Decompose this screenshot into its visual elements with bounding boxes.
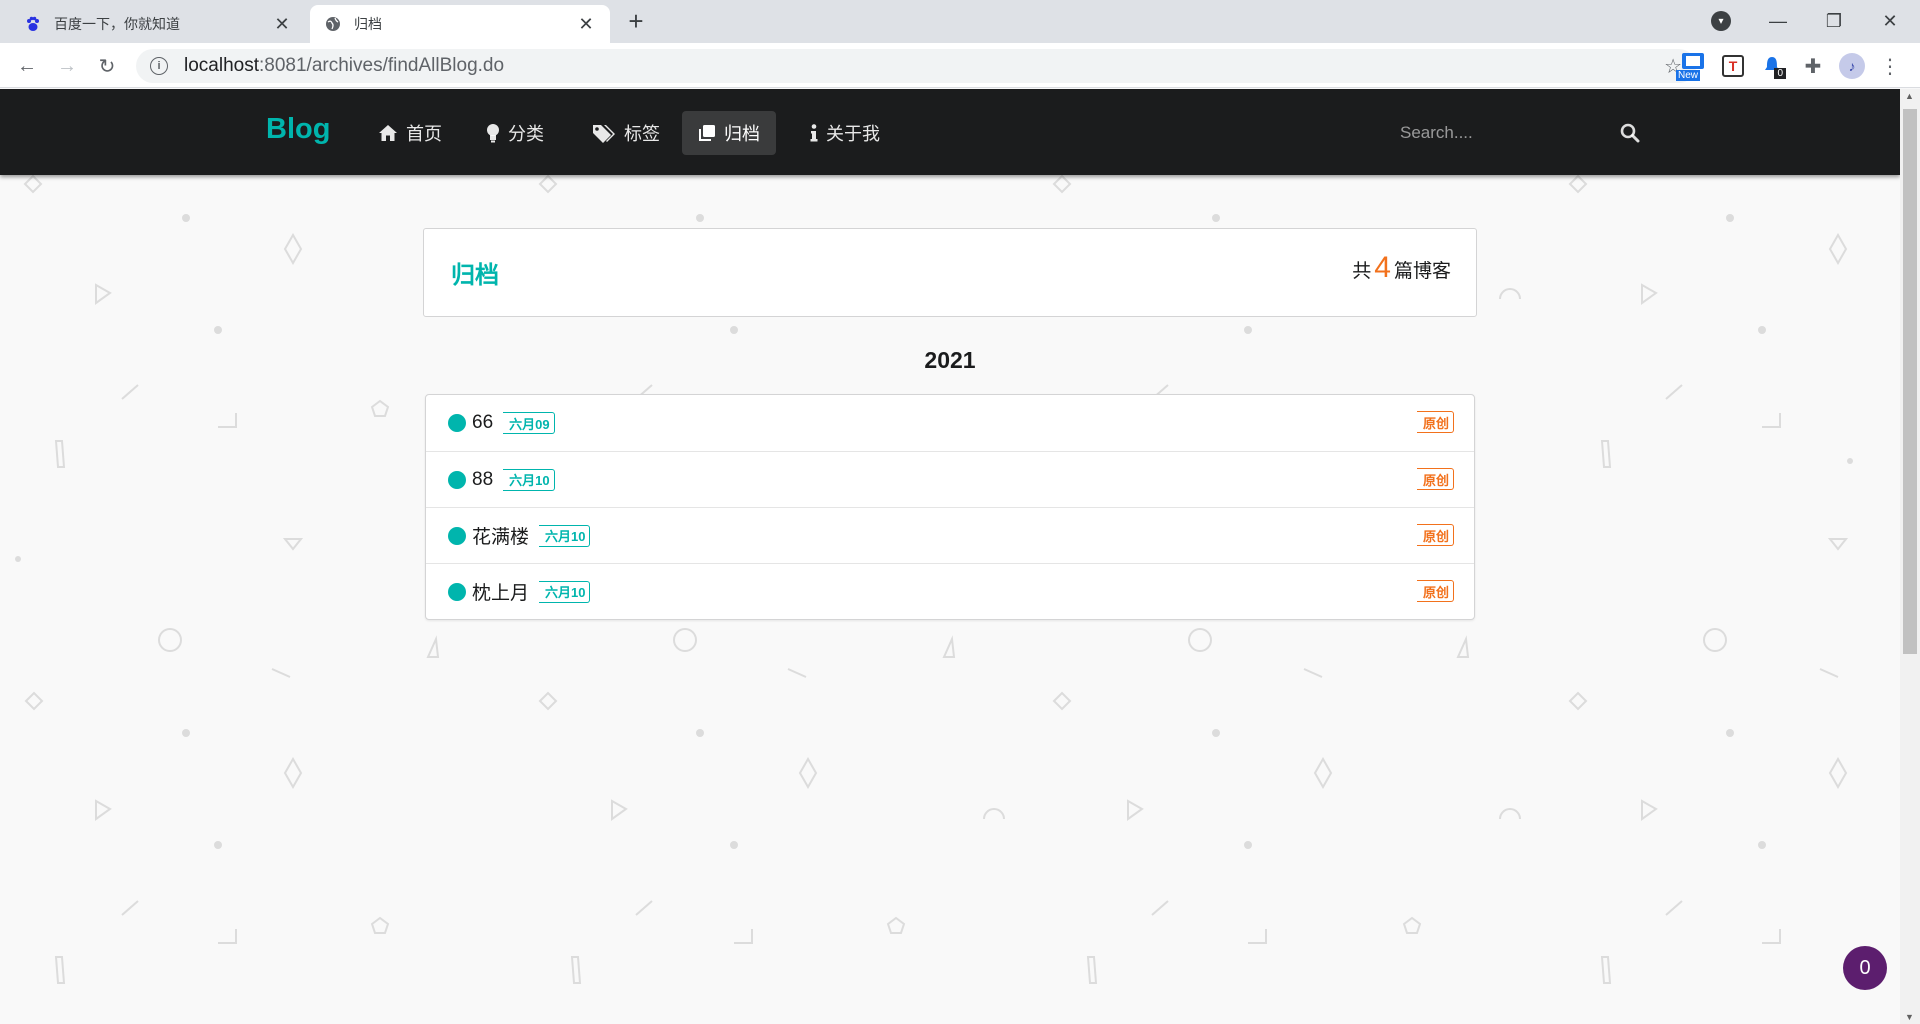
post-title-link[interactable]: 88 (472, 469, 493, 491)
site-info-icon[interactable]: i (150, 57, 168, 75)
browser-tab-baidu[interactable]: 百度一下，你就知道 ✕ (10, 5, 306, 43)
home-icon (378, 124, 398, 142)
nav-item-label: 标签 (624, 124, 660, 144)
tab-title: 百度一下，你就知道 (54, 16, 180, 32)
scrollbar-thumb[interactable] (1903, 109, 1917, 654)
bullet-dot-icon (448, 414, 466, 432)
date-label: 六月10 (539, 580, 591, 603)
reload-icon[interactable]: ↻ (92, 51, 122, 81)
tab-search-icon[interactable]: ▾ (1711, 11, 1731, 31)
year-heading: 2021 (924, 347, 976, 373)
list-item[interactable]: 枕上月 六月10 原创 (426, 563, 1474, 619)
search-input[interactable] (1400, 123, 1600, 143)
tags-icon (592, 123, 616, 143)
info-icon (810, 124, 818, 142)
extension-new-icon[interactable]: New (1676, 53, 1710, 81)
blog-count: 共 4 篇博客 (1352, 251, 1451, 284)
post-title-link[interactable]: 66 (472, 412, 493, 434)
list-item[interactable]: 花满楼 六月10 原创 (426, 507, 1474, 563)
original-label: 原创 (1416, 580, 1454, 602)
nav-item-category[interactable]: 分类 (470, 111, 560, 155)
url-text: localhost:8081/archives/findAllBlog.do (184, 55, 505, 76)
floating-count-badge[interactable]: 0 (1843, 946, 1887, 990)
restore-icon[interactable]: ❐ (1806, 0, 1862, 43)
post-title-link[interactable]: 枕上月 (472, 578, 529, 605)
browser-toolbar: ← → ↻ i localhost:8081/archives/findAllB… (0, 43, 1920, 88)
archive-header-card: 归档 共 4 篇博客 (423, 228, 1477, 317)
original-label: 原创 (1416, 468, 1454, 490)
nav-item-about[interactable]: 关于我 (794, 111, 896, 155)
new-tab-button[interactable]: + (622, 8, 650, 36)
post-title-link[interactable]: 花满楼 (472, 522, 529, 549)
date-label: 六月09 (503, 412, 555, 434)
close-icon[interactable]: ✕ (576, 14, 596, 35)
forward-arrow-icon[interactable]: → (52, 51, 82, 81)
nav-item-home[interactable]: 首页 (362, 111, 458, 155)
lightbulb-icon (486, 123, 500, 143)
bullet-dot-icon (448, 470, 466, 489)
browser-tabstrip: 百度一下，你就知道 ✕ 归档 ✕ + ▾ — ❐ ✕ (0, 0, 1920, 43)
nav-item-archives[interactable]: 归档 (682, 111, 776, 155)
profile-avatar[interactable]: ♪ (1838, 53, 1866, 79)
blog-count-number: 4 (1374, 251, 1391, 284)
globe-icon (324, 15, 342, 33)
clone-icon (698, 124, 716, 142)
original-label: 原创 (1416, 524, 1454, 546)
date-label: 六月10 (503, 468, 555, 491)
bullet-dot-icon (448, 526, 466, 545)
minimize-icon[interactable]: — (1750, 0, 1806, 43)
puzzle-icon[interactable]: ✚ (1800, 53, 1826, 79)
extension-bell-icon[interactable]: 0 (1758, 53, 1786, 79)
list-item[interactable]: 66 六月09 原创 (426, 395, 1474, 451)
archive-list: 66 六月09 原创 88 六月10 原创 花满楼 六月10 原创 枕上月 六月… (425, 394, 1475, 620)
nav-item-tags[interactable]: 标签 (576, 111, 676, 155)
scroll-up-icon[interactable]: ▲ (1905, 91, 1914, 101)
page-scrollbar[interactable]: ▲ ▼ (1900, 89, 1920, 1024)
baidu-paw-icon (24, 15, 42, 33)
tab-title: 归档 (354, 16, 382, 32)
nav-item-label: 归档 (724, 124, 760, 144)
top-navbar: Blog 首页 分类 标签 归档 关于我 Search.... (0, 89, 1900, 175)
back-arrow-icon[interactable]: ← (12, 51, 42, 81)
list-item[interactable]: 88 六月10 原创 (426, 451, 1474, 507)
search-box (1400, 111, 1640, 155)
bullet-dot-icon (448, 582, 466, 601)
window-close-icon[interactable]: ✕ (1862, 0, 1918, 43)
search-icon[interactable] (1620, 123, 1640, 148)
close-icon[interactable]: ✕ (272, 14, 292, 35)
page-title: 归档 (451, 262, 499, 289)
brand-logo[interactable]: Blog (266, 113, 330, 146)
window-controls: — ❐ ✕ (1750, 0, 1918, 43)
extension-t-icon[interactable]: T (1720, 53, 1746, 79)
nav-item-label: 首页 (406, 124, 442, 144)
original-label: 原创 (1416, 411, 1454, 433)
page-viewport: Blog 首页 分类 标签 归档 关于我 Search.... 归档 共 4 篇… (0, 89, 1900, 1024)
nav-item-label: 关于我 (826, 124, 880, 144)
date-label: 六月10 (539, 524, 591, 547)
browser-tab-archive[interactable]: 归档 ✕ (310, 5, 610, 43)
address-bar[interactable]: i localhost:8081/archives/findAllBlog.do… (136, 49, 1696, 83)
scroll-down-icon[interactable]: ▼ (1905, 1012, 1914, 1022)
menu-kebab-icon[interactable]: ⋮ (1880, 53, 1900, 79)
nav-item-label: 分类 (508, 124, 544, 144)
